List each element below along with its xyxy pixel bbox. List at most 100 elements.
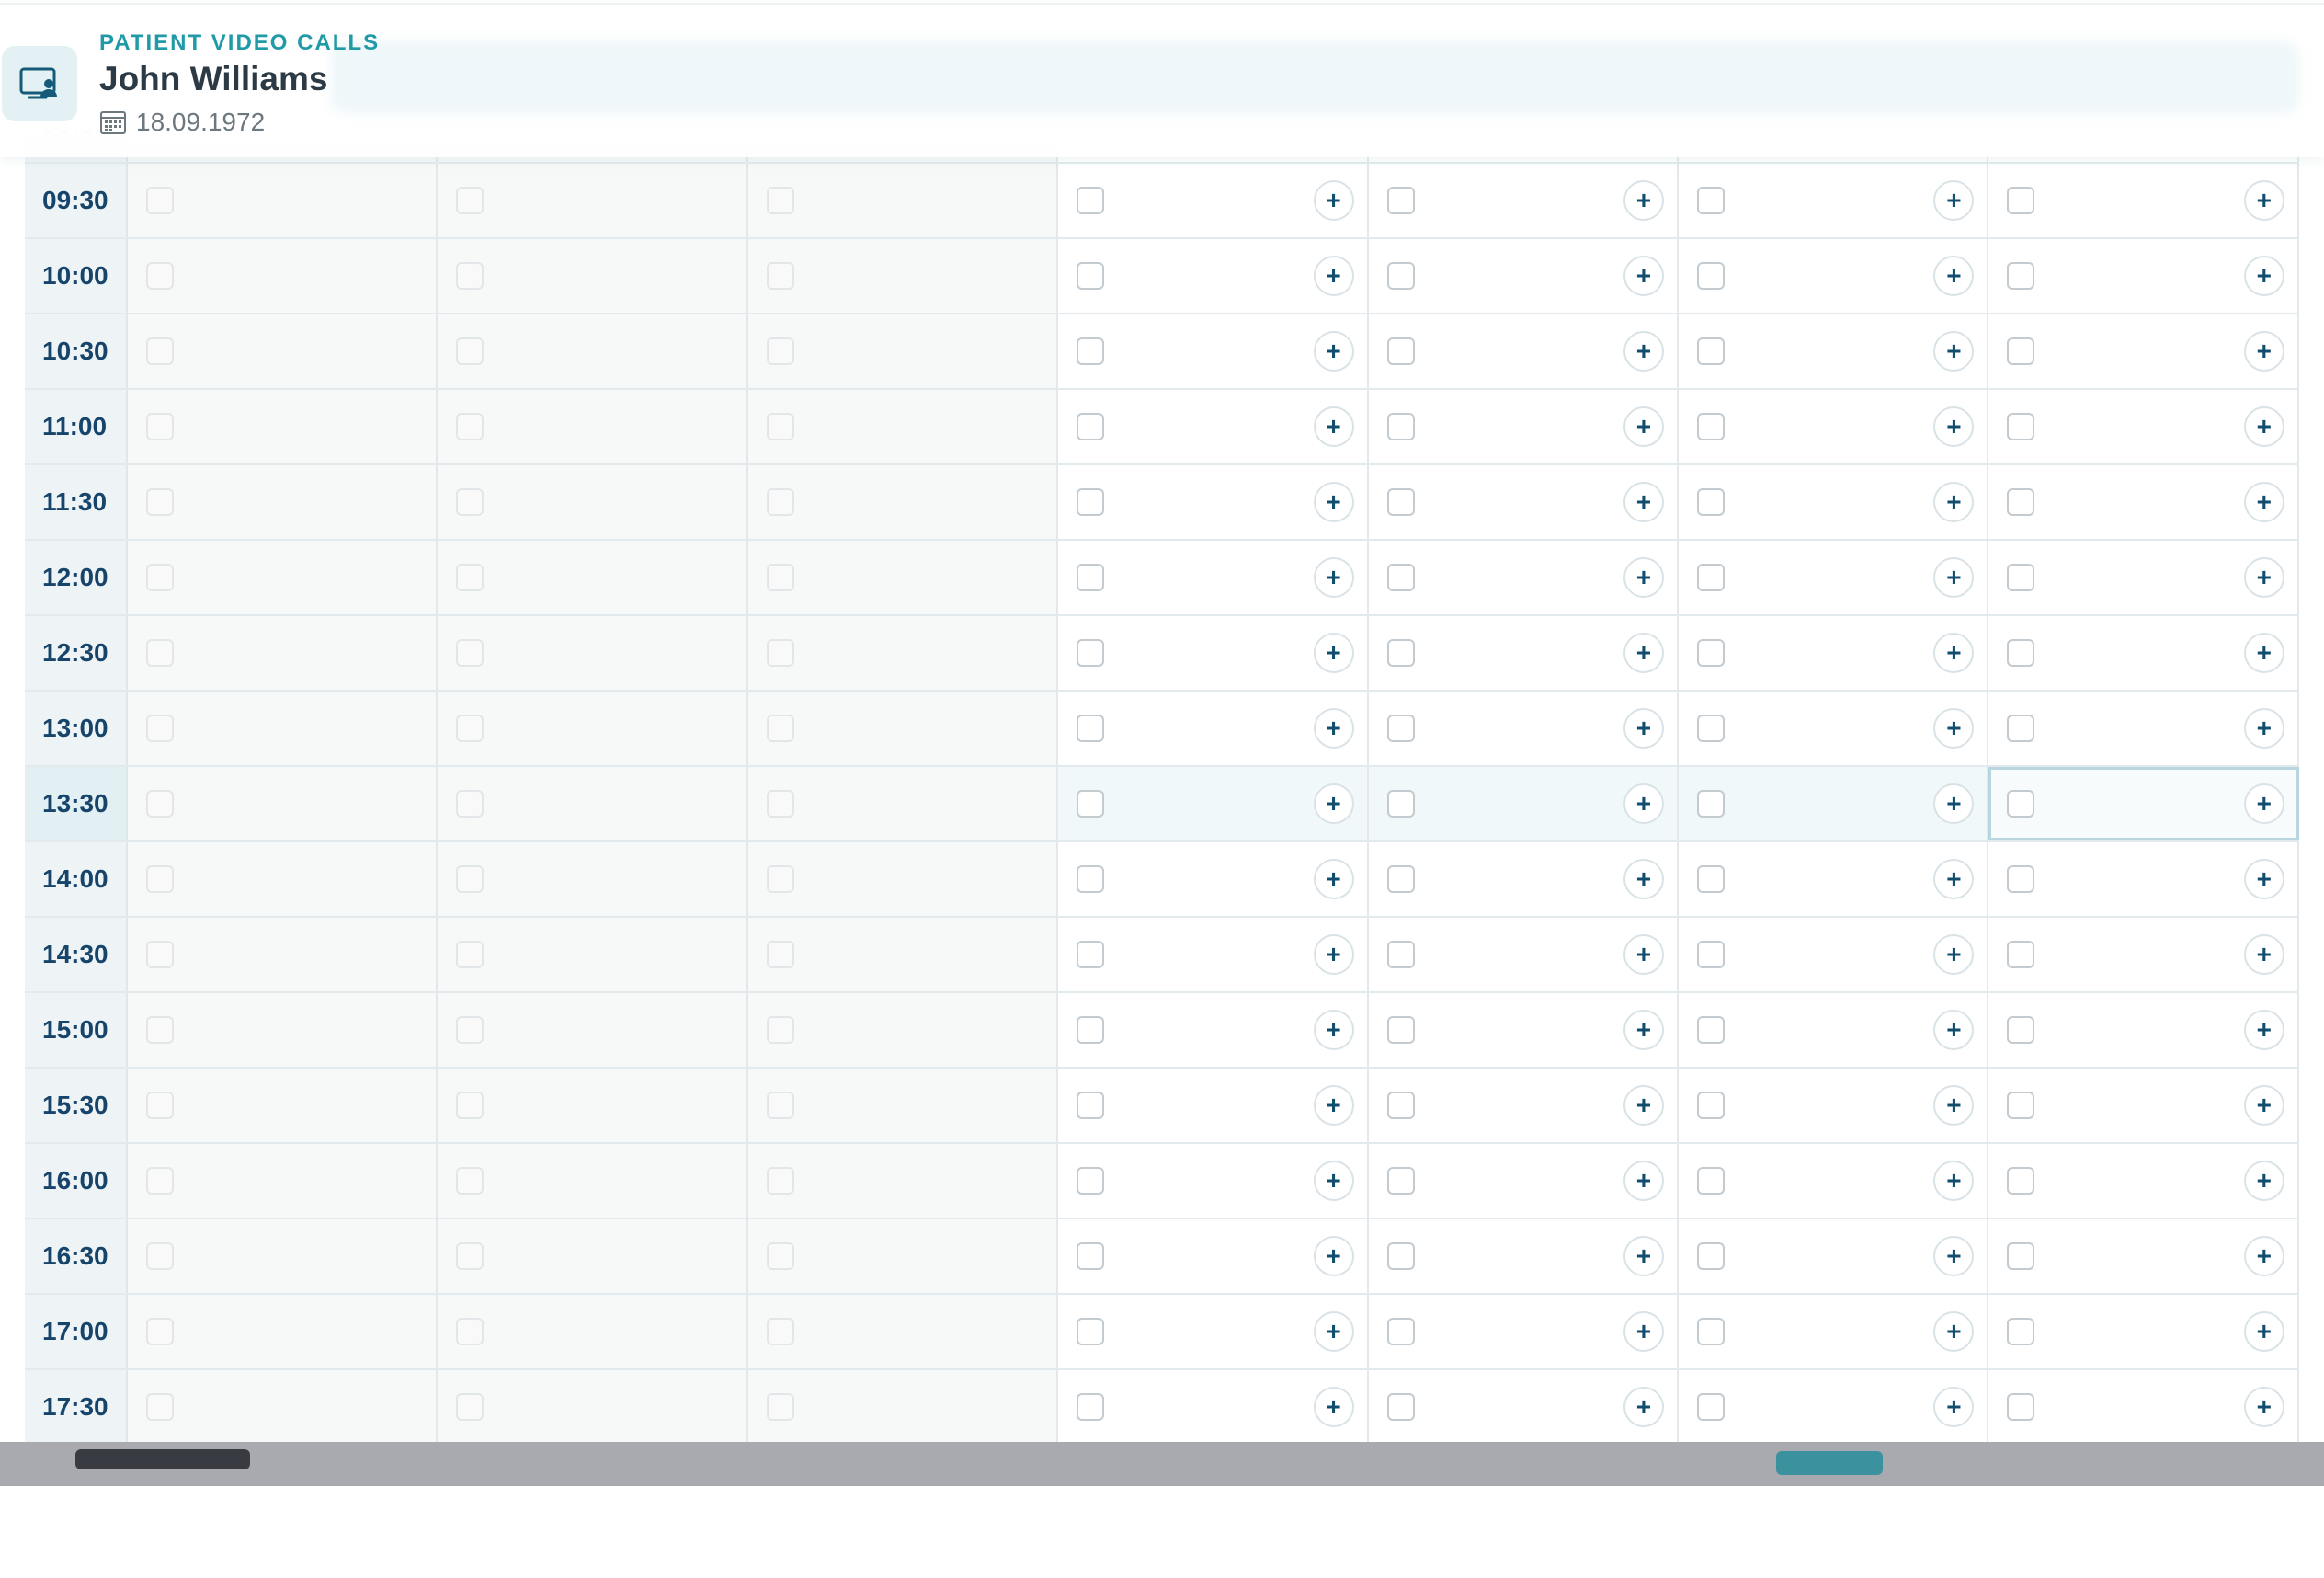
slot-checkbox[interactable]: [2007, 1016, 2035, 1044]
slot-checkbox[interactable]: [1077, 639, 1105, 667]
add-slot-button[interactable]: +: [1313, 1236, 1354, 1276]
time-slot-cell[interactable]: +: [1679, 390, 1989, 463]
add-slot-button[interactable]: +: [1313, 783, 1354, 824]
time-slot-cell[interactable]: +: [1058, 1295, 1369, 1368]
slot-checkbox[interactable]: [1386, 337, 1415, 365]
slot-checkbox[interactable]: [1386, 639, 1415, 667]
time-slot-cell[interactable]: +: [1679, 1219, 1989, 1293]
add-slot-button[interactable]: +: [1933, 331, 1975, 372]
time-slot-cell[interactable]: +: [1988, 767, 2299, 840]
add-slot-button[interactable]: +: [1933, 934, 1975, 975]
slot-checkbox[interactable]: [1697, 337, 1725, 365]
time-slot-cell[interactable]: +: [1679, 993, 1989, 1067]
time-slot-cell[interactable]: +: [1679, 767, 1989, 840]
add-slot-button[interactable]: +: [1623, 1161, 1664, 1201]
slot-checkbox[interactable]: [1386, 1092, 1415, 1119]
slot-checkbox[interactable]: [1077, 790, 1105, 818]
time-slot-cell[interactable]: +: [1058, 390, 1369, 463]
slot-checkbox[interactable]: [1697, 187, 1725, 214]
slot-checkbox[interactable]: [1386, 715, 1415, 742]
time-slot-cell[interactable]: +: [1058, 465, 1369, 539]
time-slot-cell[interactable]: +: [1988, 1069, 2299, 1142]
time-slot-cell[interactable]: +: [1679, 692, 1989, 765]
slot-checkbox[interactable]: [1386, 564, 1415, 591]
add-slot-button[interactable]: +: [2243, 859, 2284, 899]
time-slot-cell[interactable]: +: [1988, 616, 2299, 690]
time-slot-cell[interactable]: +: [1988, 541, 2299, 614]
add-slot-button[interactable]: +: [1933, 708, 1975, 749]
add-slot-button[interactable]: +: [2243, 633, 2284, 673]
time-slot-cell[interactable]: +: [1058, 1144, 1369, 1218]
time-slot-cell[interactable]: +: [1058, 164, 1369, 237]
time-slot-cell[interactable]: +: [1058, 918, 1369, 991]
slot-checkbox[interactable]: [1697, 564, 1725, 591]
add-slot-button[interactable]: +: [2243, 406, 2284, 447]
add-slot-button[interactable]: +: [2243, 934, 2284, 975]
time-slot-cell[interactable]: +: [1058, 767, 1369, 840]
slot-checkbox[interactable]: [2007, 337, 2035, 365]
slot-checkbox[interactable]: [1697, 1393, 1725, 1421]
time-slot-cell[interactable]: +: [1988, 390, 2299, 463]
slot-checkbox[interactable]: [2007, 865, 2035, 893]
time-slot-cell[interactable]: +: [1679, 1370, 1989, 1442]
add-slot-button[interactable]: +: [2243, 180, 2284, 221]
add-slot-button[interactable]: +: [1933, 180, 1975, 221]
time-slot-cell[interactable]: +: [1368, 1370, 1679, 1442]
slot-checkbox[interactable]: [1697, 488, 1725, 516]
add-slot-button[interactable]: +: [1313, 1387, 1354, 1427]
time-slot-cell[interactable]: +: [1368, 465, 1679, 539]
add-slot-button[interactable]: +: [2243, 1387, 2284, 1427]
time-slot-cell[interactable]: +: [1988, 1370, 2299, 1442]
time-slot-cell[interactable]: +: [1058, 842, 1369, 916]
add-slot-button[interactable]: +: [1313, 557, 1354, 598]
add-slot-button[interactable]: +: [1933, 256, 1975, 296]
add-slot-button[interactable]: +: [1313, 482, 1354, 522]
add-slot-button[interactable]: +: [1313, 1010, 1354, 1050]
slot-checkbox[interactable]: [1077, 865, 1105, 893]
add-slot-button[interactable]: +: [1313, 256, 1354, 296]
time-slot-cell[interactable]: +: [1988, 918, 2299, 991]
time-slot-cell[interactable]: +: [1368, 390, 1679, 463]
time-slot-cell[interactable]: +: [1058, 1219, 1369, 1293]
slot-checkbox[interactable]: [2007, 1318, 2035, 1345]
slot-checkbox[interactable]: [1077, 1167, 1105, 1195]
slot-checkbox[interactable]: [1077, 715, 1105, 742]
add-slot-button[interactable]: +: [2243, 1161, 2284, 1201]
slot-checkbox[interactable]: [2007, 1092, 2035, 1119]
time-slot-cell[interactable]: +: [1988, 239, 2299, 313]
slot-checkbox[interactable]: [1386, 262, 1415, 290]
add-slot-button[interactable]: +: [1933, 1311, 1975, 1352]
time-slot-cell[interactable]: +: [1058, 616, 1369, 690]
add-slot-button[interactable]: +: [2243, 331, 2284, 372]
add-slot-button[interactable]: +: [1933, 557, 1975, 598]
slot-checkbox[interactable]: [1077, 1393, 1105, 1421]
add-slot-button[interactable]: +: [1623, 331, 1664, 372]
slot-checkbox[interactable]: [1697, 1167, 1725, 1195]
add-slot-button[interactable]: +: [1623, 783, 1664, 824]
slot-checkbox[interactable]: [1386, 187, 1415, 214]
slot-checkbox[interactable]: [2007, 941, 2035, 968]
time-slot-cell[interactable]: +: [1368, 692, 1679, 765]
slot-checkbox[interactable]: [2007, 262, 2035, 290]
slot-checkbox[interactable]: [1077, 941, 1105, 968]
slot-checkbox[interactable]: [2007, 790, 2035, 818]
slot-checkbox[interactable]: [2007, 564, 2035, 591]
slot-checkbox[interactable]: [1697, 865, 1725, 893]
slot-checkbox[interactable]: [2007, 1242, 2035, 1270]
add-slot-button[interactable]: +: [1313, 708, 1354, 749]
slot-checkbox[interactable]: [1697, 1318, 1725, 1345]
add-slot-button[interactable]: +: [2243, 482, 2284, 522]
add-slot-button[interactable]: +: [1623, 1085, 1664, 1126]
add-slot-button[interactable]: +: [1933, 482, 1975, 522]
add-slot-button[interactable]: +: [1623, 1236, 1664, 1276]
slot-checkbox[interactable]: [1697, 790, 1725, 818]
time-slot-cell[interactable]: +: [1368, 164, 1679, 237]
add-slot-button[interactable]: +: [1313, 1085, 1354, 1126]
slot-checkbox[interactable]: [1077, 413, 1105, 440]
slot-checkbox[interactable]: [1386, 941, 1415, 968]
slot-checkbox[interactable]: [1697, 715, 1725, 742]
add-slot-button[interactable]: +: [1933, 859, 1975, 899]
slot-checkbox[interactable]: [1077, 564, 1105, 591]
add-slot-button[interactable]: +: [2243, 783, 2284, 824]
add-slot-button[interactable]: +: [1313, 859, 1354, 899]
